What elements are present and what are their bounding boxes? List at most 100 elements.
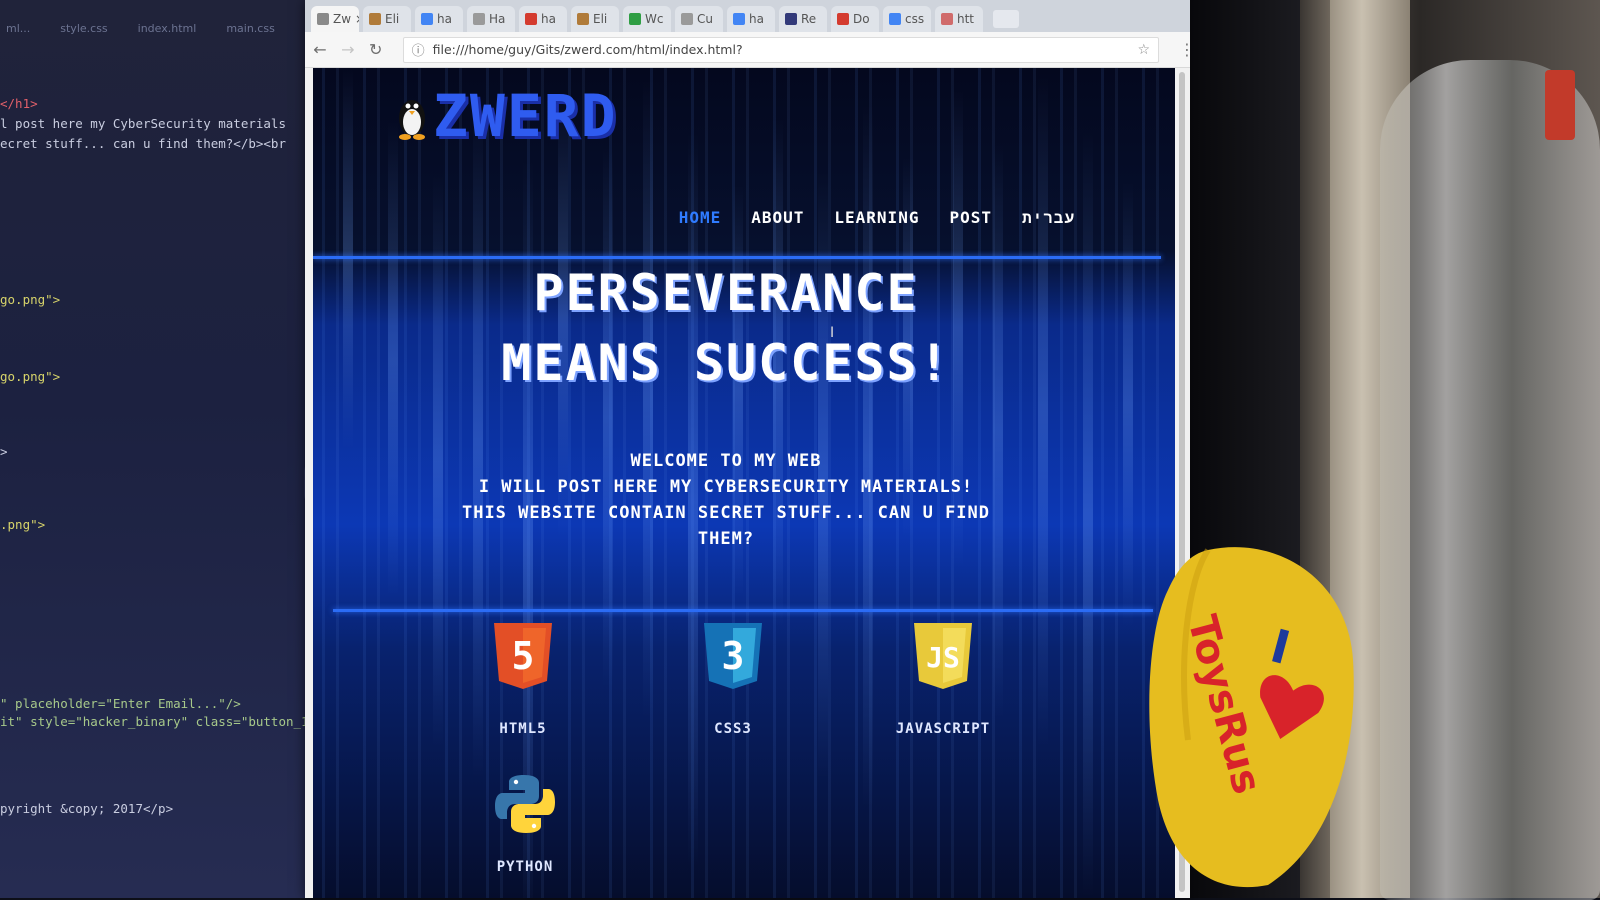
favicon-icon	[629, 13, 641, 25]
browser-tab-label: ha	[437, 12, 452, 26]
address-bar[interactable]: ⓘ file:///home/guy/Gits/zwerd.com/html/i…	[402, 36, 1159, 63]
welcome-line: I WILL POST HERE MY CYBERSECURITY MATERI…	[478, 477, 974, 497]
svg-text:3: 3	[722, 634, 745, 678]
code-line: go.png">	[0, 292, 61, 307]
browser-window: Zw× Eli ha Ha ha Eli Wc Cu ha Re Do css htt ← → ↻ ⓘ …	[305, 0, 1195, 898]
bookmark-star-icon[interactable]: ☆	[1137, 42, 1150, 58]
browser-tab[interactable]: Ha	[467, 6, 515, 32]
editor-tab-bar: ml... style.css index.html main.css	[0, 10, 330, 44]
browser-tab[interactable]: ha	[727, 6, 775, 32]
site-logo[interactable]: ZWERD	[395, 86, 618, 146]
browser-tab[interactable]: Re	[779, 6, 827, 32]
favicon-icon	[785, 13, 797, 25]
back-icon[interactable]: ←	[307, 37, 333, 63]
browser-tab-label: Re	[801, 12, 817, 26]
browser-toolbar: ← → ↻ ⓘ file:///home/guy/Gits/zwerd.com/…	[305, 32, 1195, 68]
reload-icon[interactable]: ↻	[363, 37, 389, 63]
info-icon[interactable]: ⓘ	[412, 40, 425, 59]
toysrus-plush: I ToysRus	[1149, 547, 1354, 888]
favicon-icon	[369, 13, 381, 25]
browser-tab-strip: Zw× Eli ha Ha ha Eli Wc Cu ha Re Do css htt	[305, 0, 1195, 32]
hero-title-line1: PERSEVERANCE	[533, 264, 919, 322]
skill-label: CSS3	[714, 721, 752, 737]
favicon-icon	[941, 13, 953, 25]
code-line: </h1>	[0, 96, 38, 111]
browser-tab-label: Eli	[593, 12, 608, 26]
editor-tab-main[interactable]: main.css	[220, 10, 281, 44]
skill-html5[interactable]: 5 HTML5	[463, 623, 583, 737]
code-line: >	[0, 444, 8, 459]
code-line: .png">	[0, 517, 46, 532]
browser-tab-label: Eli	[385, 12, 400, 26]
main-nav: HOME ABOUT LEARNING POST עברית	[679, 208, 1075, 228]
browser-tab-label: ha	[749, 12, 764, 26]
browser-tab[interactable]: htt	[935, 6, 983, 32]
code-line: it" style="hacker_binary" class="button_…	[0, 714, 332, 729]
welcome-line: THIS WEBSITE CONTAIN SECRET STUFF... CAN…	[461, 503, 991, 523]
nav-home[interactable]: HOME	[679, 208, 722, 228]
site-header: ZWERD HOME ABOUT LEARNING POST עברית	[313, 68, 1175, 256]
browser-tab-label: Wc	[645, 12, 664, 26]
web-page: ZWERD HOME ABOUT LEARNING POST עברית PER…	[313, 68, 1175, 898]
python-icon	[495, 775, 555, 833]
code-line: pyright &copy; 2017</p>	[0, 801, 174, 816]
css3-icon: 3	[704, 623, 762, 689]
favicon-icon	[473, 13, 485, 25]
browser-tab-label: Do	[853, 12, 870, 26]
editor-tab-index[interactable]: index.html	[132, 10, 203, 44]
browser-tab[interactable]: Do	[831, 6, 879, 32]
nav-about[interactable]: ABOUT	[751, 208, 804, 228]
forward-icon[interactable]: →	[335, 37, 361, 63]
browser-tab-label: Cu	[697, 12, 713, 26]
browser-tab[interactable]: Eli	[571, 6, 619, 32]
skill-python[interactable]: PYTHON	[465, 773, 585, 875]
browser-tab[interactable]: ha	[415, 6, 463, 32]
svg-text:JS: JS	[926, 641, 960, 674]
penguin-icon	[399, 100, 425, 140]
favicon-icon	[421, 13, 433, 25]
welcome-line: WELCOME TO MY WEB	[630, 451, 822, 471]
code-line: " placeholder="Enter Email..."/>	[0, 696, 241, 711]
new-tab-button[interactable]	[993, 10, 1019, 28]
browser-tab-label: css	[905, 12, 925, 26]
browser-tab[interactable]: Zw×	[311, 6, 359, 32]
favicon-icon	[681, 13, 693, 25]
browser-tab-label: ha	[541, 12, 556, 26]
header-divider	[313, 256, 1161, 259]
browser-tab[interactable]: Cu	[675, 6, 723, 32]
skill-javascript[interactable]: JS JAVASCRIPT	[883, 623, 1003, 737]
html5-icon: 5	[494, 623, 552, 689]
close-tab-icon[interactable]: ×	[355, 12, 359, 26]
favicon-icon	[837, 13, 849, 25]
welcome-line: THEM?	[697, 529, 755, 549]
skills-section: 5 HTML5 3 CSS3 JS JAVASCRIPT PYTHON	[313, 613, 1175, 898]
javascript-icon: JS	[914, 623, 972, 689]
browser-tab[interactable]: css	[883, 6, 931, 32]
editor-tab-style[interactable]: style.css	[54, 10, 113, 44]
section-divider	[333, 609, 1153, 612]
favicon-icon	[317, 13, 329, 25]
svg-text:5: 5	[512, 634, 535, 678]
nav-post[interactable]: POST	[949, 208, 992, 228]
browser-tab[interactable]: Eli	[363, 6, 411, 32]
code-line: l post here my CyberSecurity materials	[0, 116, 286, 131]
favicon-icon	[889, 13, 901, 25]
hero-title-line2: MEANS SUCCESS!	[501, 334, 951, 392]
browser-tab[interactable]: ha	[519, 6, 567, 32]
browser-tab-label: Zw	[333, 12, 352, 26]
address-url[interactable]: file:///home/guy/Gits/zwerd.com/html/ind…	[433, 42, 1138, 57]
nav-hebrew[interactable]: עברית	[1022, 208, 1075, 228]
skill-label: PYTHON	[496, 859, 554, 875]
nav-learning[interactable]: LEARNING	[834, 208, 919, 228]
skill-css3[interactable]: 3 CSS3	[673, 623, 793, 737]
favicon-icon	[577, 13, 589, 25]
browser-tab-label: Ha	[489, 12, 506, 26]
water-bottle	[1380, 60, 1600, 900]
browser-tab[interactable]: Wc	[623, 6, 671, 32]
favicon-icon	[733, 13, 745, 25]
editor-tab-0[interactable]: ml...	[0, 10, 36, 44]
skill-label: HTML5	[499, 721, 547, 737]
code-line: ecret stuff... can u find them?</b><br	[0, 136, 286, 151]
code-editor: ml... style.css index.html main.css </h1…	[0, 0, 335, 898]
text-cursor-icon: I	[830, 325, 835, 341]
